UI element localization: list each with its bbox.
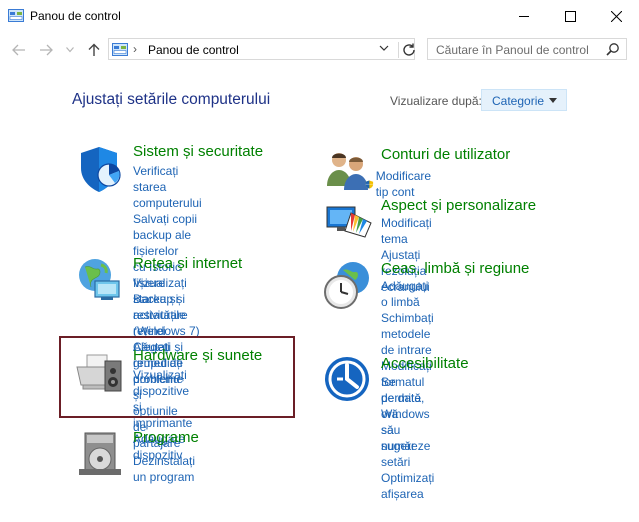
category-link[interactable]: Optimizați afișarea — [381, 470, 434, 502]
clock-globe-icon[interactable] — [323, 260, 375, 312]
accessibility-icon[interactable] — [323, 355, 375, 407]
programs-icon[interactable] — [75, 429, 127, 481]
arrow-up-icon — [88, 43, 100, 56]
category-link[interactable]: Modificare tip cont — [376, 168, 437, 200]
page-title: Ajustați setările computerului — [72, 91, 271, 108]
window-title: Panou de control — [30, 9, 121, 23]
breadcrumb-separator-icon[interactable]: › — [133, 42, 137, 56]
maximize-icon — [564, 10, 576, 22]
category-title[interactable]: Conturi de utilizator — [381, 146, 510, 163]
category-link[interactable]: Dezinstalați un program — [133, 453, 195, 485]
category-link[interactable]: Modificați tema — [381, 215, 432, 247]
category-title[interactable]: Sistem și securitate — [133, 143, 263, 160]
category-title[interactable]: Programe — [133, 429, 199, 446]
chevron-down-icon — [66, 47, 74, 53]
category-link[interactable]: Vizualizați starea și activitățile — [133, 275, 187, 323]
category-title[interactable]: Accesibilitate — [381, 355, 469, 372]
back-button[interactable] — [11, 42, 27, 58]
category-link[interactable]: Salvați copii backup ale fișierelor — [133, 211, 202, 259]
category-link[interactable]: Schimbați metodele de intrare — [381, 310, 434, 358]
recent-locations-button[interactable] — [62, 42, 78, 58]
category-link[interactable]: Se permite Windows să sugereze — [381, 374, 434, 454]
dropdown-arrow-icon[interactable] — [549, 98, 557, 103]
uac-shield-icon — [365, 179, 374, 189]
view-by-label: Vizualizare după: — [390, 94, 482, 108]
address-bar[interactable]: › Panou de control — [108, 38, 415, 60]
category-link[interactable]: setări — [381, 454, 434, 470]
control-panel-icon — [112, 43, 128, 56]
chevron-down-icon[interactable] — [379, 45, 389, 52]
close-button[interactable] — [593, 0, 639, 32]
up-button[interactable] — [86, 42, 102, 58]
search-input[interactable]: Căutare în Panoul de control — [427, 38, 627, 60]
maximize-button[interactable] — [547, 0, 593, 32]
title-bar: Panou de control — [0, 0, 639, 32]
view-by-value[interactable]: Categorie — [492, 94, 544, 108]
minimize-icon — [518, 15, 529, 17]
refresh-icon[interactable] — [398, 42, 417, 58]
forward-button[interactable] — [38, 42, 54, 58]
minimize-button[interactable] — [501, 0, 547, 32]
category-title[interactable]: Rețea și internet — [133, 255, 242, 272]
category-link[interactable]: Verificați starea computerului — [133, 163, 202, 211]
shield-icon[interactable] — [75, 143, 127, 195]
control-panel-icon — [8, 9, 24, 22]
category-link-row: Modificare tip cont — [365, 168, 436, 200]
globe-network-icon[interactable] — [75, 255, 127, 307]
arrow-right-icon — [40, 44, 53, 56]
close-icon — [610, 10, 622, 22]
highlight-frame — [59, 336, 295, 418]
category-link[interactable]: Adăugați o limbă — [381, 278, 434, 310]
search-icon[interactable] — [606, 42, 620, 56]
category-title[interactable]: Ceas, limbă și regiune — [381, 260, 529, 277]
arrow-left-icon — [12, 44, 25, 56]
category-title[interactable]: Aspect și personalizare — [381, 197, 536, 214]
breadcrumb-location[interactable]: Panou de control — [148, 43, 239, 57]
view-by-dropdown[interactable]: Categorie — [481, 89, 567, 111]
search-placeholder: Căutare în Panoul de control — [436, 43, 589, 57]
appearance-icon[interactable] — [323, 197, 375, 249]
